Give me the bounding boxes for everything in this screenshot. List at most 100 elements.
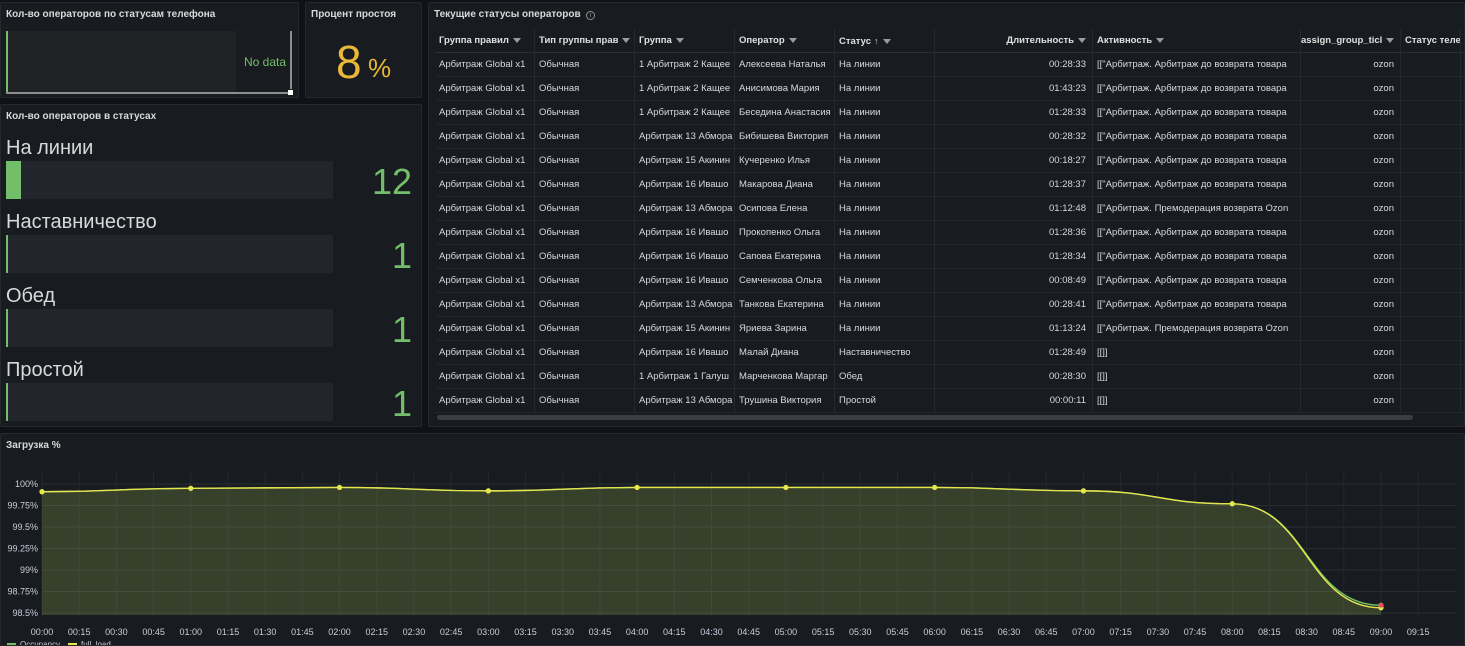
table-cell: Арбитраж Global x1 (435, 173, 535, 197)
table-cell: На линии (835, 53, 935, 77)
table-cell: Кучеренко Илья (735, 149, 835, 173)
table-cell: 00:28:30 (935, 365, 1093, 389)
table-header-row: Группа правил Тип группы прав Группа Операт… (435, 29, 1464, 53)
table-cell: 01:12:48 (935, 197, 1093, 221)
x-tick-label: 05:30 (849, 627, 872, 637)
column-header[interactable]: Группа (635, 29, 735, 53)
table-cell: Обычная (535, 221, 635, 245)
table-row[interactable]: Арбитраж Global x1 Обычная Арбитраж 15 Аки… (435, 149, 1464, 173)
legend-item[interactable]: Occupancy (7, 640, 60, 645)
table-cell (1401, 53, 1461, 77)
column-header-label: Тип группы прав (539, 35, 619, 46)
operator-status-count-panel: Кол-во операторов в статусах На линии 12… (0, 104, 422, 427)
table-cell: На линии (835, 149, 935, 173)
table-cell: Марченкова Маргар (735, 365, 835, 389)
x-tick-label: 01:00 (180, 627, 203, 637)
x-tick-label: 08:30 (1295, 627, 1318, 637)
filter-icon[interactable] (1156, 37, 1165, 43)
data-point-marker (1378, 602, 1384, 608)
resize-handle[interactable] (288, 90, 293, 95)
table-cell: 1 Арбитраж 1 Галуш (635, 365, 735, 389)
filter-icon[interactable] (1386, 37, 1395, 43)
table-cell: Обычная (535, 149, 635, 173)
data-point (1229, 501, 1235, 507)
table-row[interactable]: Арбитраж Global x1 Обычная Арбитраж 16 Ива… (435, 341, 1464, 365)
table-cell: [["Арбитраж. Арбитраж до возврата товара (1093, 77, 1301, 101)
x-tick-label: 04:00 (626, 627, 649, 637)
status-bar (6, 235, 333, 273)
column-header[interactable]: Группа правил (435, 29, 535, 53)
column-header[interactable]: Тип группы прав (535, 29, 635, 53)
x-tick-label: 05:15 (812, 627, 835, 637)
panel-title: Кол-во операторов по статусам телефона (6, 9, 216, 20)
table-cell (1401, 317, 1461, 341)
x-tick-label: 05:00 (775, 627, 798, 637)
table-cell: Арбитраж Global x1 (435, 221, 535, 245)
table-cell: ozon (1301, 173, 1401, 197)
phone-status-panel: Кол-во операторов по статусам телефона N… (0, 2, 299, 98)
table-cell (1401, 389, 1461, 413)
table-cell (1401, 197, 1461, 221)
filter-icon[interactable] (882, 38, 891, 44)
table-row[interactable]: Арбитраж Global x1 Обычная 1 Арбитраж 1 Га… (435, 365, 1464, 389)
table-horizontal-scrollbar[interactable] (437, 415, 1413, 420)
table-cell (1401, 293, 1461, 317)
table-cell: Арбитраж Global x1 (435, 341, 535, 365)
table-row[interactable]: Арбитраж Global x1 Обычная Арбитраж 13 Абм… (435, 125, 1464, 149)
x-tick-label: 06:30 (998, 627, 1021, 637)
idle-percent-value: 8 (336, 36, 362, 88)
table-row[interactable]: Арбитраж Global x1 Обычная Арбитраж 13 Абм… (435, 293, 1464, 317)
table-cell (1401, 173, 1461, 197)
table-row[interactable]: Арбитраж Global x1 Обычная 1 Арбитраж 2 Ка… (435, 101, 1464, 125)
data-point (1080, 488, 1087, 494)
x-tick-label: 06:15 (961, 627, 984, 637)
table-row[interactable]: Арбитраж Global x1 Обычная 1 Арбитраж 2 Ка… (435, 53, 1464, 77)
filter-icon[interactable] (788, 37, 797, 43)
x-tick-label: 08:45 (1333, 627, 1356, 637)
table-cell: [["Арбитраж. Премодерация возврата Ozon (1093, 197, 1301, 221)
table-cell: Макарова Диана (735, 173, 835, 197)
table-cell (1401, 221, 1461, 245)
column-header-label: Оператор (739, 35, 785, 46)
filter-icon[interactable] (1078, 37, 1086, 43)
table-row[interactable]: Арбитраж Global x1 Обычная Арбитраж 16 Ива… (435, 221, 1464, 245)
sort-ascending-icon[interactable]: ↑ (874, 36, 879, 46)
table-cell (1401, 101, 1461, 125)
column-header-label: Статус (839, 36, 872, 47)
info-icon[interactable]: i (586, 11, 595, 20)
status-value: 1 (391, 383, 412, 424)
load-chart: 100% 99.75% 99.5% 99.25% 99% 98.75% 98.5% 00:00… (7, 472, 1456, 637)
table-row[interactable]: Арбитраж Global x1 Обычная Арбитраж 13 Абм… (435, 389, 1464, 413)
table-row[interactable]: Арбитраж Global x1 Обычная 1 Арбитраж 2 Ка… (435, 77, 1464, 101)
column-header[interactable]: Статус теле (1401, 29, 1461, 53)
table-cell: Арбитраж Global x1 (435, 389, 535, 413)
table-row[interactable]: Арбитраж Global x1 Обычная Арбитраж 13 Абм… (435, 197, 1464, 221)
table-cell: Бибишева Виктория (735, 125, 835, 149)
table-row[interactable]: Арбитраж Global x1 Обычная Арбитраж 16 Ива… (435, 245, 1464, 269)
table-cell: Арбитраж 13 Абмора (635, 197, 735, 221)
column-header[interactable]: Активность (1093, 29, 1301, 53)
column-header[interactable]: Статус ↑ (835, 29, 935, 53)
horizontal-scrollbar[interactable] (6, 92, 288, 94)
legend-item[interactable]: full_load (68, 640, 111, 645)
table-row[interactable]: Арбитраж Global x1 Обычная Арбитраж 16 Ива… (435, 173, 1464, 197)
x-tick-label: 06:00 (923, 627, 946, 637)
column-header[interactable]: Длительность (935, 29, 1093, 53)
column-header[interactable]: Оператор (735, 29, 835, 53)
table-cell: 1 Арбитраж 2 Кащее (635, 77, 735, 101)
table-cell: 00:18:27 (935, 149, 1093, 173)
table-row[interactable]: Арбитраж Global x1 Обычная Арбитраж 16 Ива… (435, 269, 1464, 293)
x-tick-label: 06:45 (1035, 627, 1058, 637)
table-cell: Семченкова Ольга (735, 269, 835, 293)
table-cell: Арбитраж Global x1 (435, 269, 535, 293)
table-cell: Обычная (535, 101, 635, 125)
filter-icon[interactable] (675, 37, 684, 43)
filter-icon[interactable] (622, 37, 631, 43)
table-cell: [["Арбитраж. Арбитраж до возврата товара (1093, 125, 1301, 149)
filter-icon[interactable] (512, 37, 521, 43)
column-header[interactable]: assign_group_ticl (1301, 29, 1401, 53)
x-tick-label: 09:00 (1370, 627, 1393, 637)
table-row[interactable]: Арбитраж Global x1 Обычная Арбитраж 15 Аки… (435, 317, 1464, 341)
table-cell: На линии (835, 317, 935, 341)
vertical-scrollbar[interactable] (290, 31, 292, 89)
